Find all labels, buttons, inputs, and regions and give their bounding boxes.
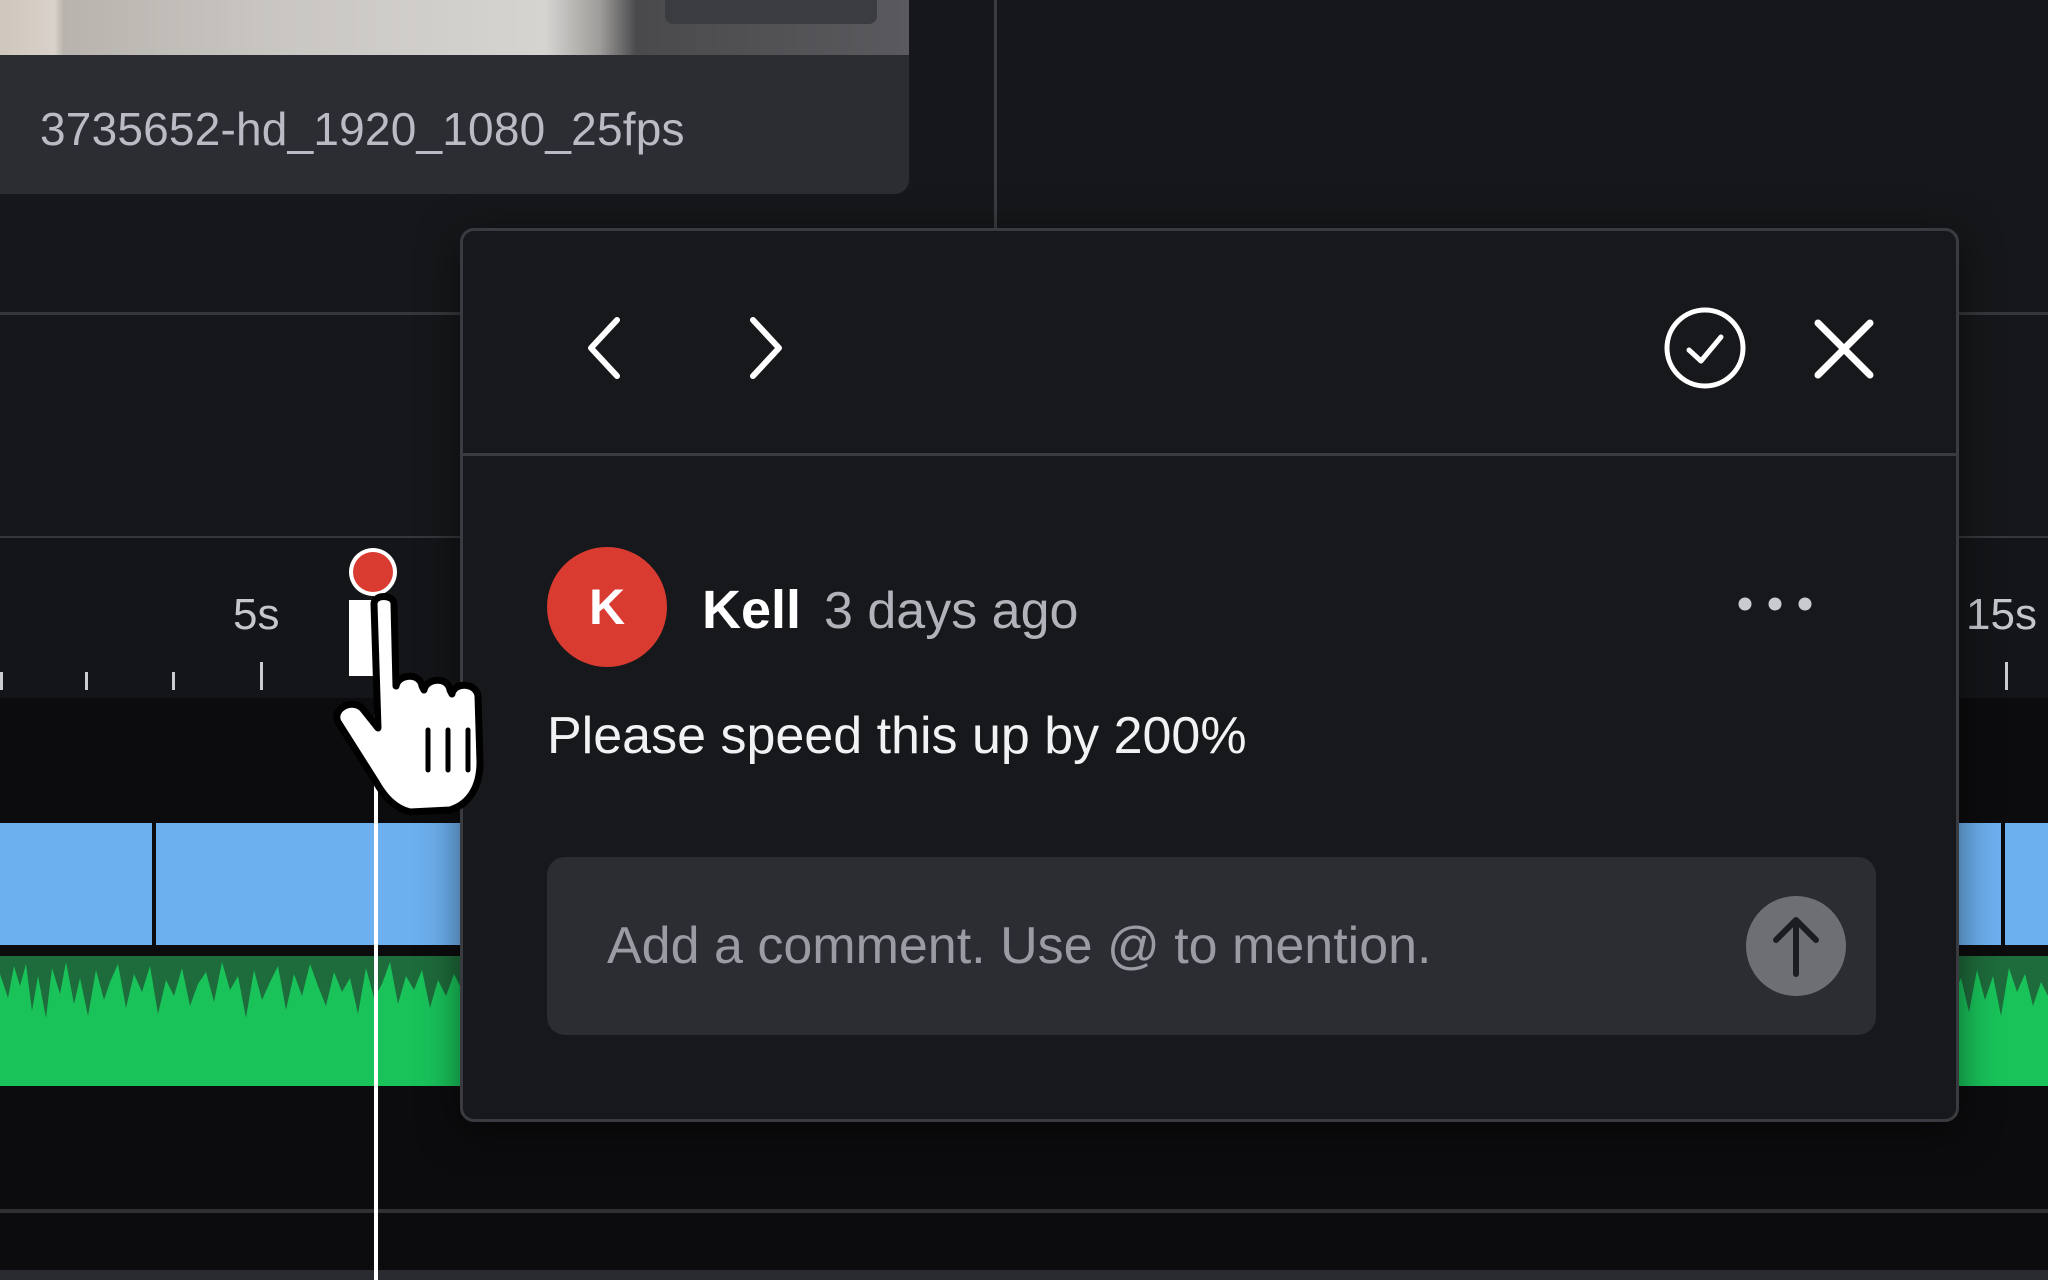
audio-waveform[interactable]: [1953, 956, 2048, 1086]
comment-body: Please speed this up by 200%: [547, 707, 1247, 765]
check-circle-icon: [1664, 307, 1746, 389]
media-card[interactable]: 3735652-hd_1920_1080_25fps: [0, 0, 909, 194]
waveform-graphic: [1953, 956, 2048, 1086]
arrow-up-icon: [1773, 917, 1819, 977]
ruler-tick: [260, 662, 263, 690]
ruler-tick: [85, 672, 88, 690]
clip-boundary[interactable]: [2001, 823, 2005, 945]
comment-options-button[interactable]: [1731, 579, 1821, 629]
comment-input[interactable]: [607, 857, 1707, 1035]
ruler-label-5s: 5s: [233, 590, 280, 639]
panel-divider[interactable]: [994, 0, 997, 232]
comment-popup-header: [463, 231, 1956, 456]
comment-author: Kell: [702, 580, 802, 640]
comment-popup: K Kell 3 days ago Please speed this up b…: [460, 228, 1959, 1122]
next-comment-button[interactable]: [735, 308, 795, 388]
thumbnail-overlay: [665, 0, 877, 24]
timeline-footer: [0, 1270, 2048, 1280]
waveform-graphic: [0, 956, 460, 1086]
previous-comment-button[interactable]: [575, 308, 635, 388]
comment-timestamp: 3 days ago: [824, 582, 1079, 640]
track-divider: [0, 1209, 2048, 1213]
ruler-label-15s: 15s: [1966, 590, 2037, 639]
hand-pointer-icon: [333, 593, 484, 816]
ruler-tick: [172, 672, 175, 690]
close-icon: [1814, 319, 1874, 379]
resolve-comment-button[interactable]: [1661, 304, 1749, 392]
avatar[interactable]: K: [547, 547, 667, 667]
chevron-left-icon: [588, 317, 620, 379]
comment-marker[interactable]: [353, 552, 393, 592]
reply-box[interactable]: [547, 857, 1876, 1035]
close-button[interactable]: [1806, 311, 1882, 387]
hand-pointer-cursor: [330, 590, 530, 820]
video-clip[interactable]: [0, 823, 460, 945]
media-filename: 3735652-hd_1920_1080_25fps: [40, 103, 685, 155]
more-horizontal-icon: [1738, 597, 1812, 611]
chevron-right-icon: [750, 317, 782, 379]
clip-boundary[interactable]: [152, 823, 156, 945]
send-comment-button[interactable]: [1746, 896, 1846, 996]
ruler-tick: [0, 672, 3, 690]
audio-waveform[interactable]: [0, 956, 460, 1086]
ruler-tick: [2005, 662, 2008, 690]
